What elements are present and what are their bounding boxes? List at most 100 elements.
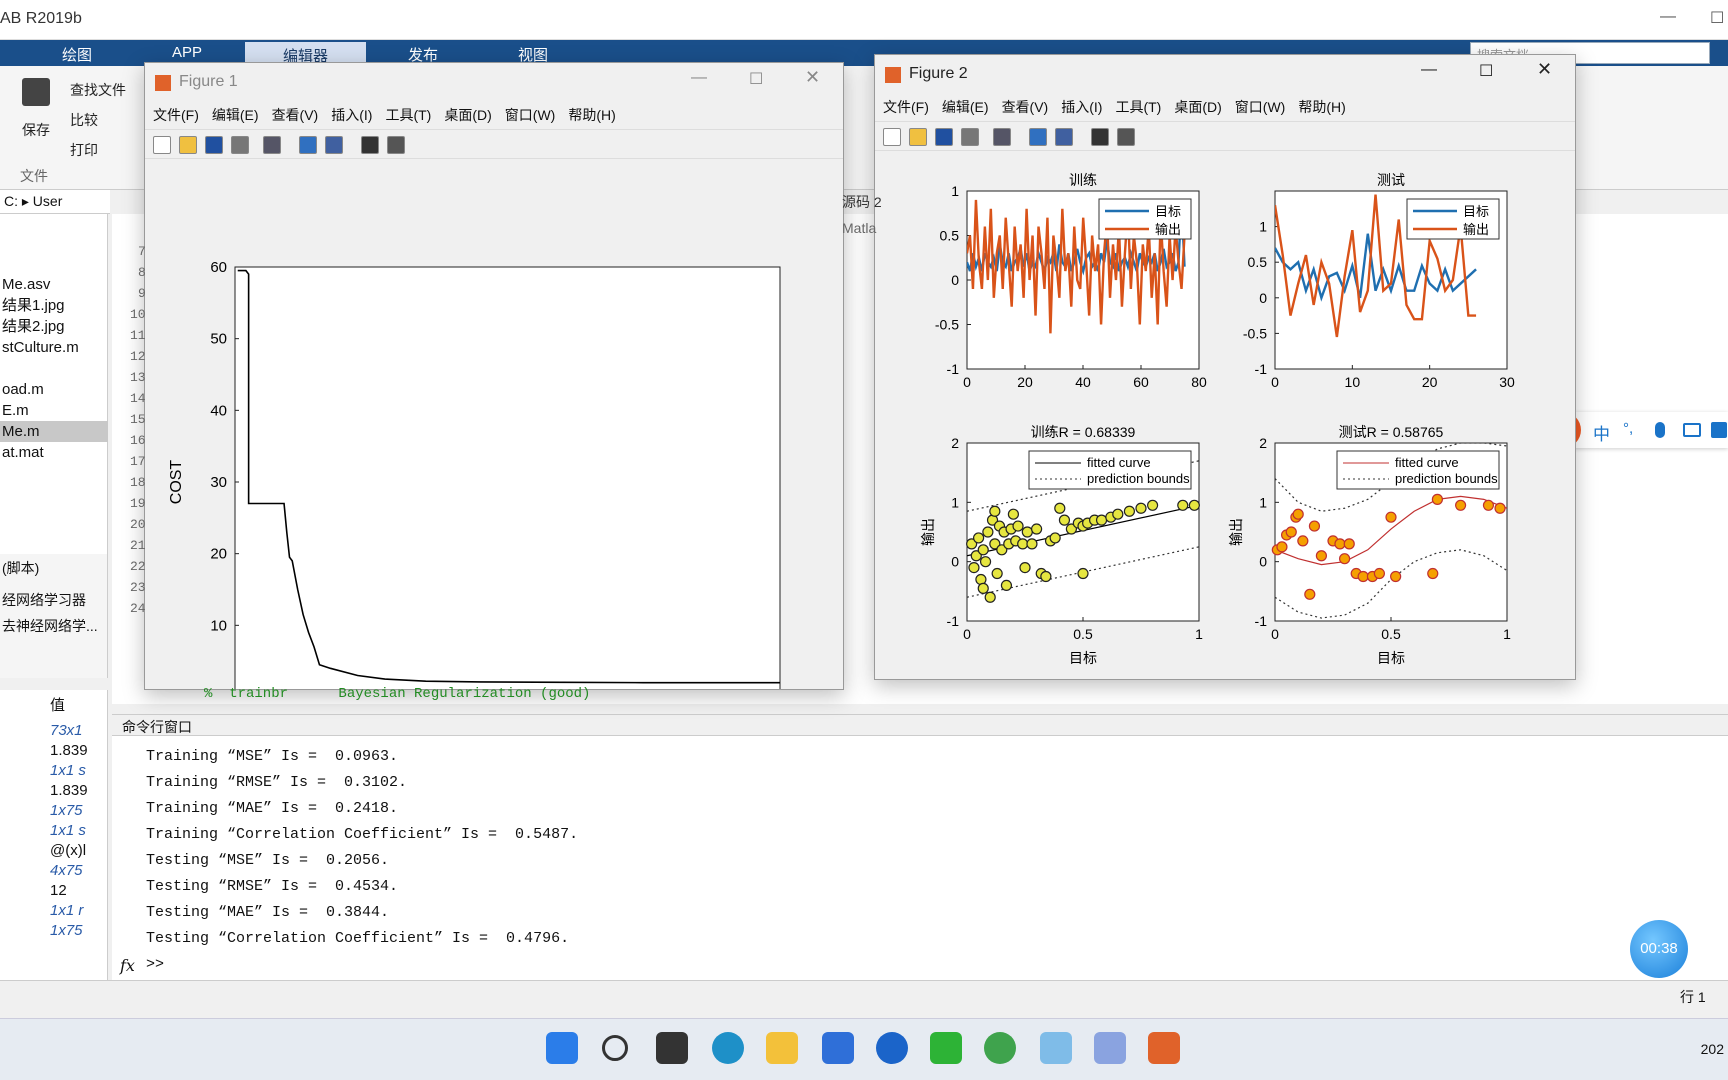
file-item[interactable]: at.mat <box>0 442 108 463</box>
menu-item[interactable]: 桌面(D) <box>1174 99 1221 115</box>
menu-item[interactable]: 工具(T) <box>385 107 431 123</box>
command-prompt[interactable]: >> <box>146 956 164 973</box>
compare-button[interactable]: 比较 <box>70 110 98 130</box>
browser-icon[interactable] <box>984 1032 1016 1064</box>
menu-item[interactable]: 帮助(H) <box>1298 99 1345 115</box>
command-output-line: Testing “MAE” Is = 0.3844. <box>146 904 390 921</box>
print-button[interactable]: 打印 <box>70 140 98 160</box>
maximize-icon[interactable]: ☐ <box>1479 61 1493 81</box>
photos-icon[interactable] <box>1094 1032 1126 1064</box>
colorbar-icon[interactable] <box>1029 128 1047 146</box>
pointer-icon[interactable] <box>1091 128 1109 146</box>
menu-item[interactable]: 文件(F) <box>883 99 929 115</box>
close-icon[interactable]: ✕ <box>805 67 820 88</box>
windows-start-icon[interactable] <box>546 1032 578 1064</box>
data-point <box>1147 499 1159 511</box>
link-icon[interactable] <box>993 128 1011 146</box>
close-icon[interactable]: ✕ <box>1537 59 1552 80</box>
keyboard-icon[interactable] <box>1683 423 1701 437</box>
legend-icon[interactable] <box>1055 128 1073 146</box>
colorbar-icon[interactable] <box>299 136 317 154</box>
file-item[interactable] <box>0 358 108 379</box>
ime-punct-mode[interactable]: °, <box>1623 420 1633 437</box>
print-icon[interactable] <box>961 128 979 146</box>
save-button[interactable]: 保存 <box>22 120 50 140</box>
new-figure-icon[interactable] <box>153 136 171 154</box>
detail-dropdown[interactable]: (脚本) <box>2 558 39 578</box>
minimize-icon[interactable]: — <box>1660 8 1676 26</box>
file-item[interactable]: stCulture.m <box>0 337 108 358</box>
menu-item[interactable]: 插入(I) <box>331 107 372 123</box>
y-axis-label: 输出 <box>920 518 936 546</box>
microphone-icon[interactable] <box>1655 422 1665 438</box>
axes-title: 训练 <box>1069 172 1097 188</box>
line-number: 9 <box>138 286 146 301</box>
detail-item: 去神经网络学... <box>2 618 98 634</box>
minimize-icon[interactable]: — <box>691 69 707 87</box>
open-icon[interactable] <box>909 128 927 146</box>
open-icon[interactable] <box>179 136 197 154</box>
data-point <box>1000 579 1013 591</box>
address-bar[interactable]: C: ▸ User <box>0 190 110 214</box>
new-figure-icon[interactable] <box>883 128 901 146</box>
file-item[interactable]: Me.m <box>0 421 108 442</box>
tab-plots[interactable]: 绘图 <box>62 44 92 65</box>
recording-timer[interactable]: 00:38 <box>1630 920 1688 978</box>
matlab-icon[interactable] <box>1148 1032 1180 1064</box>
menu-item[interactable]: 查看(V) <box>272 107 319 123</box>
shirt-icon[interactable] <box>1711 422 1727 438</box>
data-point <box>1390 570 1402 583</box>
menu-item[interactable]: 文件(F) <box>153 107 199 123</box>
menu-item[interactable]: 查看(V) <box>1002 99 1049 115</box>
file-item[interactable]: oad.m <box>0 379 108 400</box>
pointer-icon[interactable] <box>361 136 379 154</box>
menu-item[interactable]: 桌面(D) <box>444 107 491 123</box>
figure-1-window[interactable]: Figure 1 — ☐ ✕ 文件(F) 编辑(E) 查看(V) 插入(I) 工具(T)… <box>144 62 844 690</box>
snipping-tool-icon[interactable] <box>1040 1032 1072 1064</box>
line-number: 20 <box>130 517 146 532</box>
property-editor-icon[interactable] <box>387 136 405 154</box>
x-tick-label: 40 <box>1075 374 1091 390</box>
link-icon[interactable] <box>263 136 281 154</box>
search-icon[interactable] <box>602 1035 628 1061</box>
save-icon[interactable] <box>935 128 953 146</box>
mail-icon[interactable] <box>822 1032 854 1064</box>
workspace-value: 1.839 <box>50 742 88 759</box>
menu-item[interactable]: 窗口(W) <box>1235 99 1286 115</box>
ime-chinese-mode[interactable]: 中 <box>1593 420 1610 445</box>
figure-2-window[interactable]: Figure 2 — ☐ ✕ 文件(F) 编辑(E) 查看(V) 插入(I) 工具(T)… <box>874 54 1576 680</box>
matlab-figure-icon <box>155 75 171 91</box>
menu-item[interactable]: 编辑(E) <box>212 107 259 123</box>
edge-icon[interactable] <box>712 1032 744 1064</box>
file-item[interactable]: 结果2.jpg <box>0 316 108 337</box>
legend-label: 目标 <box>1463 204 1489 219</box>
file-item[interactable]: Me.asv <box>0 274 108 295</box>
menu-item[interactable]: 插入(I) <box>1061 99 1102 115</box>
file-item[interactable]: 结果1.jpg <box>0 295 108 316</box>
tab-apps[interactable]: APP <box>172 44 202 61</box>
minimize-icon[interactable]: — <box>1421 61 1437 79</box>
y-axis-label: 输出 <box>1228 518 1244 546</box>
maximize-icon[interactable]: ☐ <box>749 69 763 89</box>
file-item[interactable]: E.m <box>0 400 108 421</box>
save-icon[interactable] <box>22 78 50 106</box>
save-icon[interactable] <box>205 136 223 154</box>
file-explorer-icon[interactable] <box>766 1032 798 1064</box>
data-point <box>1308 520 1321 532</box>
wechat-icon[interactable] <box>930 1032 962 1064</box>
data-point <box>1017 538 1029 550</box>
data-point <box>991 567 1003 580</box>
find-files-button[interactable]: 查找文件 <box>70 80 126 100</box>
maximize-icon[interactable]: ☐ <box>1710 8 1724 28</box>
task-view-icon[interactable] <box>656 1032 688 1064</box>
legend-icon[interactable] <box>325 136 343 154</box>
app-icon[interactable] <box>876 1032 908 1064</box>
print-icon[interactable] <box>231 136 249 154</box>
menu-item[interactable]: 工具(T) <box>1115 99 1161 115</box>
menu-item[interactable]: 帮助(H) <box>568 107 615 123</box>
data-point <box>1334 538 1346 550</box>
data-point <box>982 526 994 538</box>
menu-item[interactable]: 编辑(E) <box>942 99 989 115</box>
property-editor-icon[interactable] <box>1117 128 1135 146</box>
menu-item[interactable]: 窗口(W) <box>505 107 556 123</box>
